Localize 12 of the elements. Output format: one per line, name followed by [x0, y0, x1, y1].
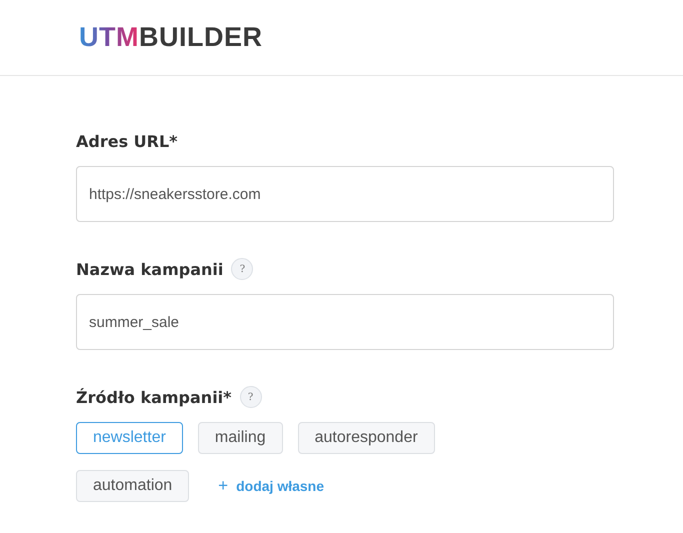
help-icon[interactable]: ?	[231, 258, 254, 280]
input-field[interactable]: summer_sale	[76, 294, 614, 350]
help-icon[interactable]: ?	[240, 386, 262, 408]
option-chip[interactable]: mailing	[198, 422, 283, 454]
plus-icon: +	[218, 476, 228, 496]
field-label: Źródło kampanii*	[76, 388, 232, 406]
field-label: Nazwa kampanii	[76, 260, 224, 278]
option-chip[interactable]: automation	[76, 470, 190, 502]
logo-text: BUILDER	[138, 22, 262, 53]
field-label: Adres URL*	[76, 132, 178, 150]
option-chip[interactable]: autoresponder	[298, 422, 435, 454]
input-field[interactable]: https://sneakersstore.com	[76, 166, 614, 222]
